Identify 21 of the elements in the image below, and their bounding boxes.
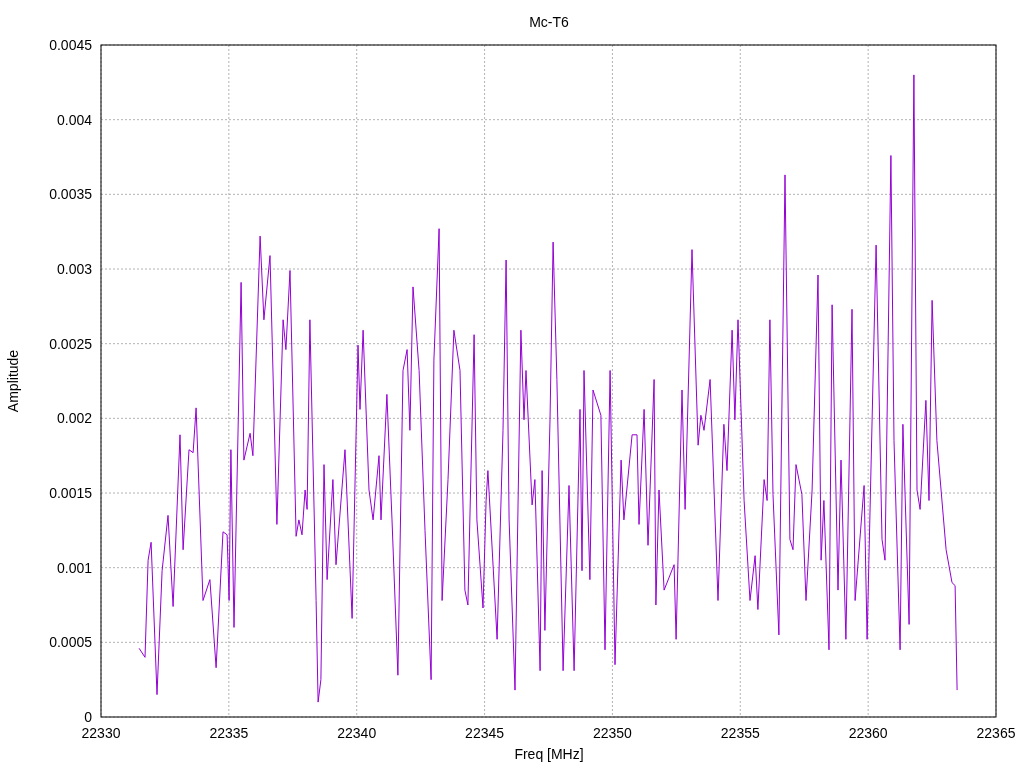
y-tick-label: 0.001 [56, 559, 92, 576]
y-tick-label: 0.0015 [49, 485, 92, 501]
x-tick-label: 22335 [209, 725, 249, 741]
y-tick-label: 0 [84, 709, 92, 725]
y-axis-label: Amplitude [5, 349, 21, 413]
x-tick-label: 22365 [976, 725, 1016, 741]
y-tick-label: 0.0035 [49, 186, 92, 203]
y-tick-label: 0.004 [56, 111, 92, 128]
y-tick-label: 0.0005 [49, 634, 92, 651]
x-tick-label: 22340 [337, 725, 377, 741]
x-tick-label: 22360 [848, 725, 888, 741]
chart-title: Mc-T6 [529, 14, 569, 30]
y-tick-label: 0.003 [56, 261, 92, 277]
x-tick-label: 22350 [592, 725, 632, 741]
x-tick-label: 22330 [81, 725, 121, 741]
y-tick-label: 0.0045 [49, 37, 92, 53]
x-tick-label: 22345 [465, 725, 505, 741]
y-tick-label: 0.002 [56, 410, 92, 427]
x-tick-label: 22355 [720, 725, 760, 741]
x-axis-label: Freq [MHz] [514, 746, 584, 762]
y-tick-label: 0.0025 [49, 335, 92, 352]
